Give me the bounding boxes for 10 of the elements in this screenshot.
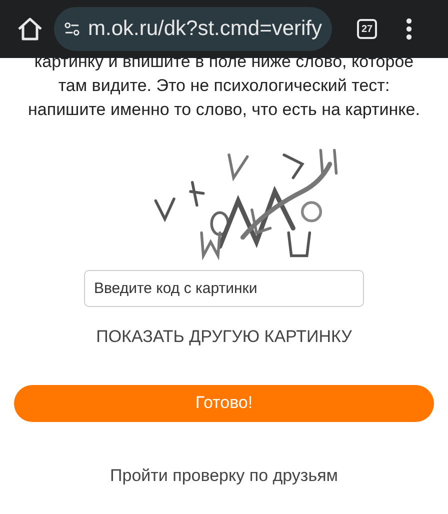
site-settings-icon[interactable] <box>64 20 80 38</box>
show-another-picture-link[interactable]: ПОКАЗАТЬ ДРУГУЮ КАРТИНКУ <box>96 324 352 350</box>
url-text: m.ok.ru/dk?st.cmd=verify <box>88 16 322 42</box>
address-bar[interactable]: m.ok.ru/dk?st.cmd=verify <box>54 7 332 51</box>
friends-check-link[interactable]: Пройти проверку по друзьям <box>110 462 338 488</box>
instructions-text: картинку и впишите в поле ниже слово, которое там видите. Это не психологический тест: напишите именно то слово, что есть на картинке. <box>28 51 420 121</box>
home-icon[interactable] <box>16 16 44 42</box>
tab-count-button[interactable]: 27 <box>357 19 377 39</box>
code-input-field[interactable]: Введите код с картинки <box>84 270 364 307</box>
menu-icon[interactable] <box>406 18 412 40</box>
